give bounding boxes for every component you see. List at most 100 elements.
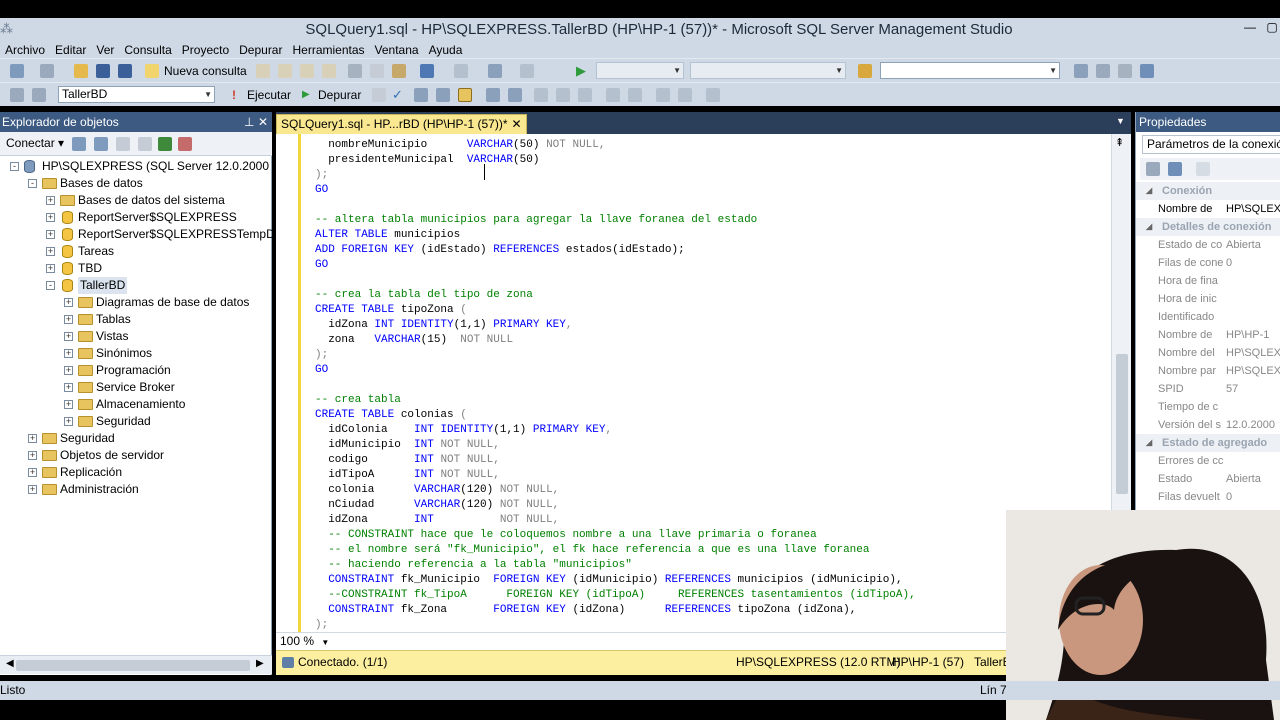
client-stats-icon[interactable] [508, 88, 522, 102]
filter-icon[interactable] [138, 137, 152, 151]
increase-indent-icon[interactable] [678, 88, 692, 102]
results-text-icon[interactable] [534, 88, 548, 102]
tree-node[interactable]: + Sinónimos [0, 345, 272, 362]
save-all-icon[interactable] [118, 64, 132, 78]
horizontal-scrollbar[interactable]: ◀ ▶ [0, 655, 272, 674]
menu-item[interactable]: Proyecto [177, 42, 234, 58]
tree-node[interactable]: - HP\SQLEXPRESS (SQL Server 12.0.2000 - H… [0, 158, 300, 175]
menu-item[interactable]: Ayuda [424, 42, 468, 58]
properties-object-selector[interactable]: Parámetros de la conexión [1142, 135, 1280, 154]
tree-node[interactable]: + TBD [0, 260, 272, 277]
property-row[interactable]: Filas devuelt 0 [1158, 488, 1280, 506]
cancel-query-icon[interactable] [372, 88, 386, 102]
cut-icon[interactable] [348, 64, 362, 78]
navigate-icon[interactable] [488, 64, 502, 78]
menu-item[interactable]: Depurar [234, 42, 287, 58]
close-panel-icon[interactable]: ✕ [258, 112, 268, 132]
query-designer-icon[interactable] [436, 88, 450, 102]
collapse-icon[interactable]: - [46, 281, 55, 290]
collapse-icon[interactable]: - [10, 162, 19, 171]
open-file-icon[interactable] [74, 64, 88, 78]
uncomment-icon[interactable] [628, 88, 642, 102]
tree-node[interactable]: + Service Broker [0, 379, 272, 396]
new-project-icon[interactable] [10, 64, 24, 78]
refresh-icon[interactable] [158, 137, 172, 151]
property-row[interactable]: Nombre del HP\SQLEX [1158, 344, 1280, 362]
analysis-query-icon[interactable] [278, 64, 292, 78]
tree-node[interactable]: + Replicación [0, 464, 272, 481]
mdx-query-icon[interactable] [300, 64, 314, 78]
database-dropdown[interactable]: TallerBD ▼ [58, 86, 215, 103]
property-row[interactable]: Identificado [1158, 308, 1280, 326]
summary-icon[interactable] [178, 137, 192, 151]
decrease-indent-icon[interactable] [656, 88, 670, 102]
expand-icon[interactable]: + [28, 434, 37, 443]
tree-node[interactable]: + Almacenamiento [0, 396, 272, 413]
find-dropdown[interactable]: ▼ [880, 62, 1060, 79]
zoom-dropdown-icon[interactable]: ▼ [321, 638, 329, 647]
paste-icon[interactable] [392, 64, 406, 78]
find-in-files-icon[interactable] [858, 64, 872, 78]
minimize-button[interactable]: — [1240, 20, 1260, 38]
tree-node[interactable]: + Diagramas de base de datos [0, 294, 272, 311]
pin-icon[interactable]: ⊥ [244, 112, 254, 132]
debug-icon[interactable]: ▶ [302, 87, 310, 103]
property-pages-icon[interactable] [1196, 162, 1210, 176]
solution-config-dropdown[interactable]: ▼ [596, 62, 684, 79]
disconnect-icon[interactable] [94, 137, 108, 151]
new-query-icon[interactable] [145, 64, 159, 78]
property-row[interactable]: Versión del s 12.0.2000 [1158, 416, 1280, 434]
property-row[interactable]: Estado Abierta [1158, 470, 1280, 488]
scroll-thumb[interactable] [16, 660, 250, 671]
results-grid-icon[interactable] [556, 88, 570, 102]
save-icon[interactable] [96, 64, 110, 78]
expand-icon[interactable]: + [28, 468, 37, 477]
change-connection-icon[interactable] [32, 88, 46, 102]
tree-node[interactable]: + Tareas [0, 243, 272, 260]
tab-sqlquery1[interactable]: SQLQuery1.sql - HP...rBD (HP\HP-1 (57))*… [276, 114, 527, 134]
expand-icon[interactable]: + [64, 383, 73, 392]
property-row[interactable]: Hora de inic [1158, 290, 1280, 308]
include-plan-icon[interactable] [486, 88, 500, 102]
redo-icon[interactable] [454, 64, 468, 78]
collapse-icon[interactable]: - [28, 179, 37, 188]
output-icon[interactable] [520, 64, 534, 78]
tree-node[interactable]: + Seguridad [0, 430, 272, 447]
tree-node[interactable]: + Administración [0, 481, 272, 498]
expand-icon[interactable]: + [64, 332, 73, 341]
copy-icon[interactable] [370, 64, 384, 78]
expand-icon[interactable]: + [64, 315, 73, 324]
tree-node[interactable]: + Vistas [0, 328, 272, 345]
property-row[interactable]: Nombre de HP\SQLEX [1158, 200, 1280, 218]
debug-button[interactable]: Depurar [318, 87, 361, 103]
intellisense-icon[interactable] [458, 88, 472, 102]
connect-oe-icon[interactable] [72, 137, 86, 151]
platform-dropdown[interactable]: ▼ [690, 62, 846, 79]
execute-button[interactable]: Ejecutar [247, 87, 291, 103]
property-row[interactable]: Errores de cc [1158, 452, 1280, 470]
tab-close-icon[interactable]: ✕ [511, 115, 521, 134]
split-icon[interactable]: ⇞ [1115, 136, 1124, 149]
code-area[interactable]: nombreMunicipio VARCHAR(50) NOT NULL, pr… [298, 134, 1108, 632]
new-query-button[interactable]: Nueva consulta [164, 63, 247, 79]
results-file-icon[interactable] [578, 88, 592, 102]
xmla-query-icon[interactable] [322, 64, 336, 78]
alphabetical-icon[interactable] [1168, 162, 1182, 176]
properties-icon[interactable] [1118, 64, 1132, 78]
property-row[interactable]: Hora de fina [1158, 272, 1280, 290]
scroll-left-icon[interactable]: ◀ [6, 658, 14, 669]
expand-icon[interactable]: + [64, 298, 73, 307]
tree-node[interactable]: + Bases de datos del sistema [0, 192, 272, 209]
tab-overflow-icon[interactable]: ▼ [1116, 116, 1125, 126]
property-row[interactable]: Nombre par HP\SQLEX [1158, 362, 1280, 380]
property-row[interactable]: Filas de cone 0 [1158, 254, 1280, 272]
tree-node[interactable]: - Bases de datos [0, 175, 272, 192]
property-category[interactable]: Conexión [1136, 182, 1280, 200]
expand-icon[interactable]: + [28, 485, 37, 494]
stop-icon[interactable] [116, 137, 130, 151]
property-row[interactable]: Estado de co Abierta [1158, 236, 1280, 254]
expand-icon[interactable]: + [64, 400, 73, 409]
estimated-plan-icon[interactable] [414, 88, 428, 102]
property-row[interactable]: Nombre de HP\HP-1 [1158, 326, 1280, 344]
tree-node[interactable]: - TallerBD [0, 277, 272, 294]
